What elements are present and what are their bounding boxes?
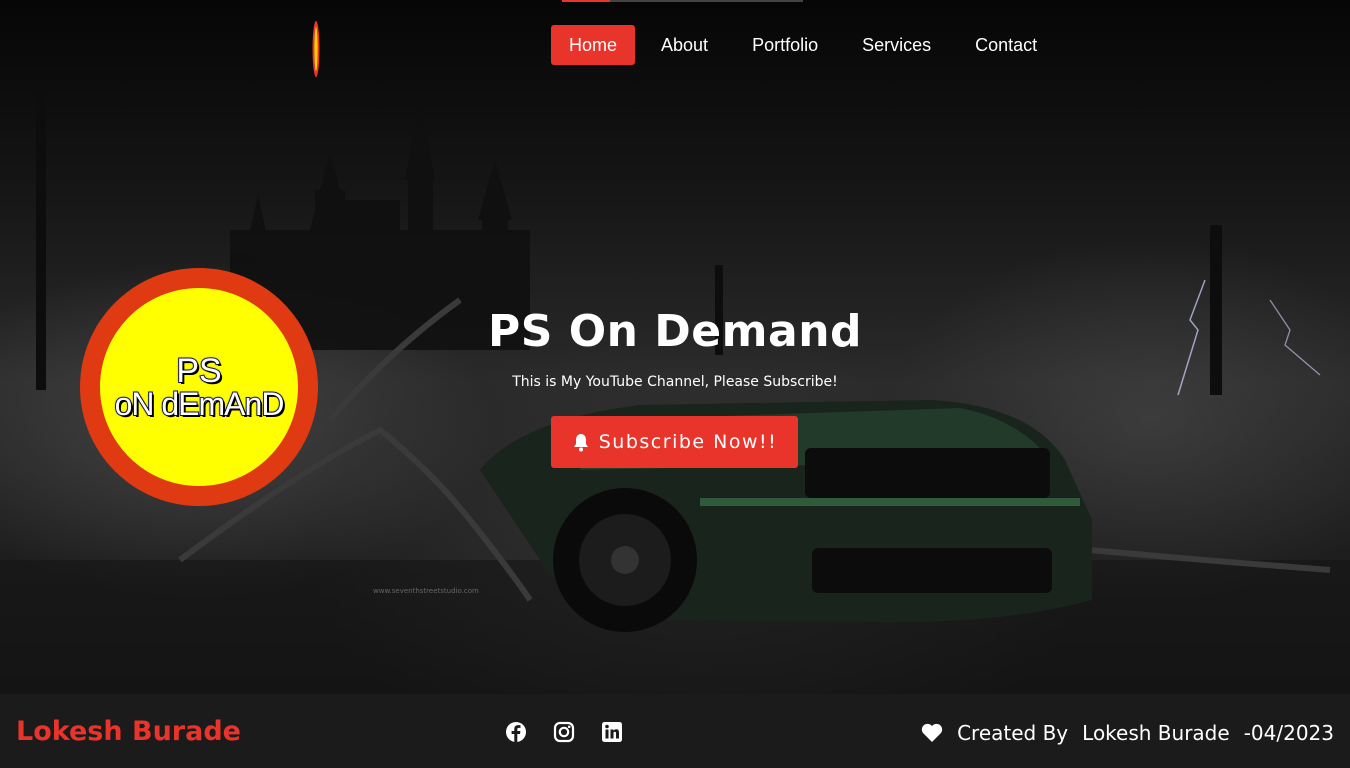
badge-line-2: oN dEmAnD xyxy=(114,386,286,422)
footer: Lokesh Burade Created By Lokesh Burade -… xyxy=(0,694,1350,768)
hero-section: www.seventhstreetstudio.com Home About P… xyxy=(0,0,1350,694)
subscribe-label: Subscribe Now!! xyxy=(598,431,778,453)
main-nav: Home About Portfolio Services Contact xyxy=(551,25,1063,65)
site-logo-icon[interactable] xyxy=(311,20,321,78)
nav-contact[interactable]: Contact xyxy=(957,25,1055,65)
credit-name: Lokesh Burade xyxy=(1082,721,1230,745)
facebook-icon[interactable] xyxy=(505,721,527,743)
footer-brand: Lokesh Burade xyxy=(16,716,241,747)
nav-portfolio[interactable]: Portfolio xyxy=(734,25,836,65)
subscribe-button[interactable]: Subscribe Now!! xyxy=(551,416,798,468)
heart-icon xyxy=(921,723,943,742)
credit-prefix: Created By xyxy=(957,721,1069,745)
hero-title: PS On Demand xyxy=(487,306,863,357)
nav-home[interactable]: Home xyxy=(551,25,636,65)
credit-date: -04/2023 xyxy=(1243,721,1334,745)
linkedin-icon[interactable] xyxy=(601,721,623,743)
instagram-icon[interactable] xyxy=(553,721,575,743)
progress-line xyxy=(562,0,803,2)
hero-subtitle: This is My YouTube Channel, Please Subsc… xyxy=(512,374,838,390)
bell-icon xyxy=(573,433,588,451)
social-links xyxy=(505,721,649,743)
footer-credit: Created By Lokesh Burade -04/2023 xyxy=(921,721,1334,745)
nav-services[interactable]: Services xyxy=(844,25,949,65)
image-watermark: www.seventhstreetstudio.com xyxy=(373,587,479,595)
nav-about[interactable]: About xyxy=(643,25,726,65)
